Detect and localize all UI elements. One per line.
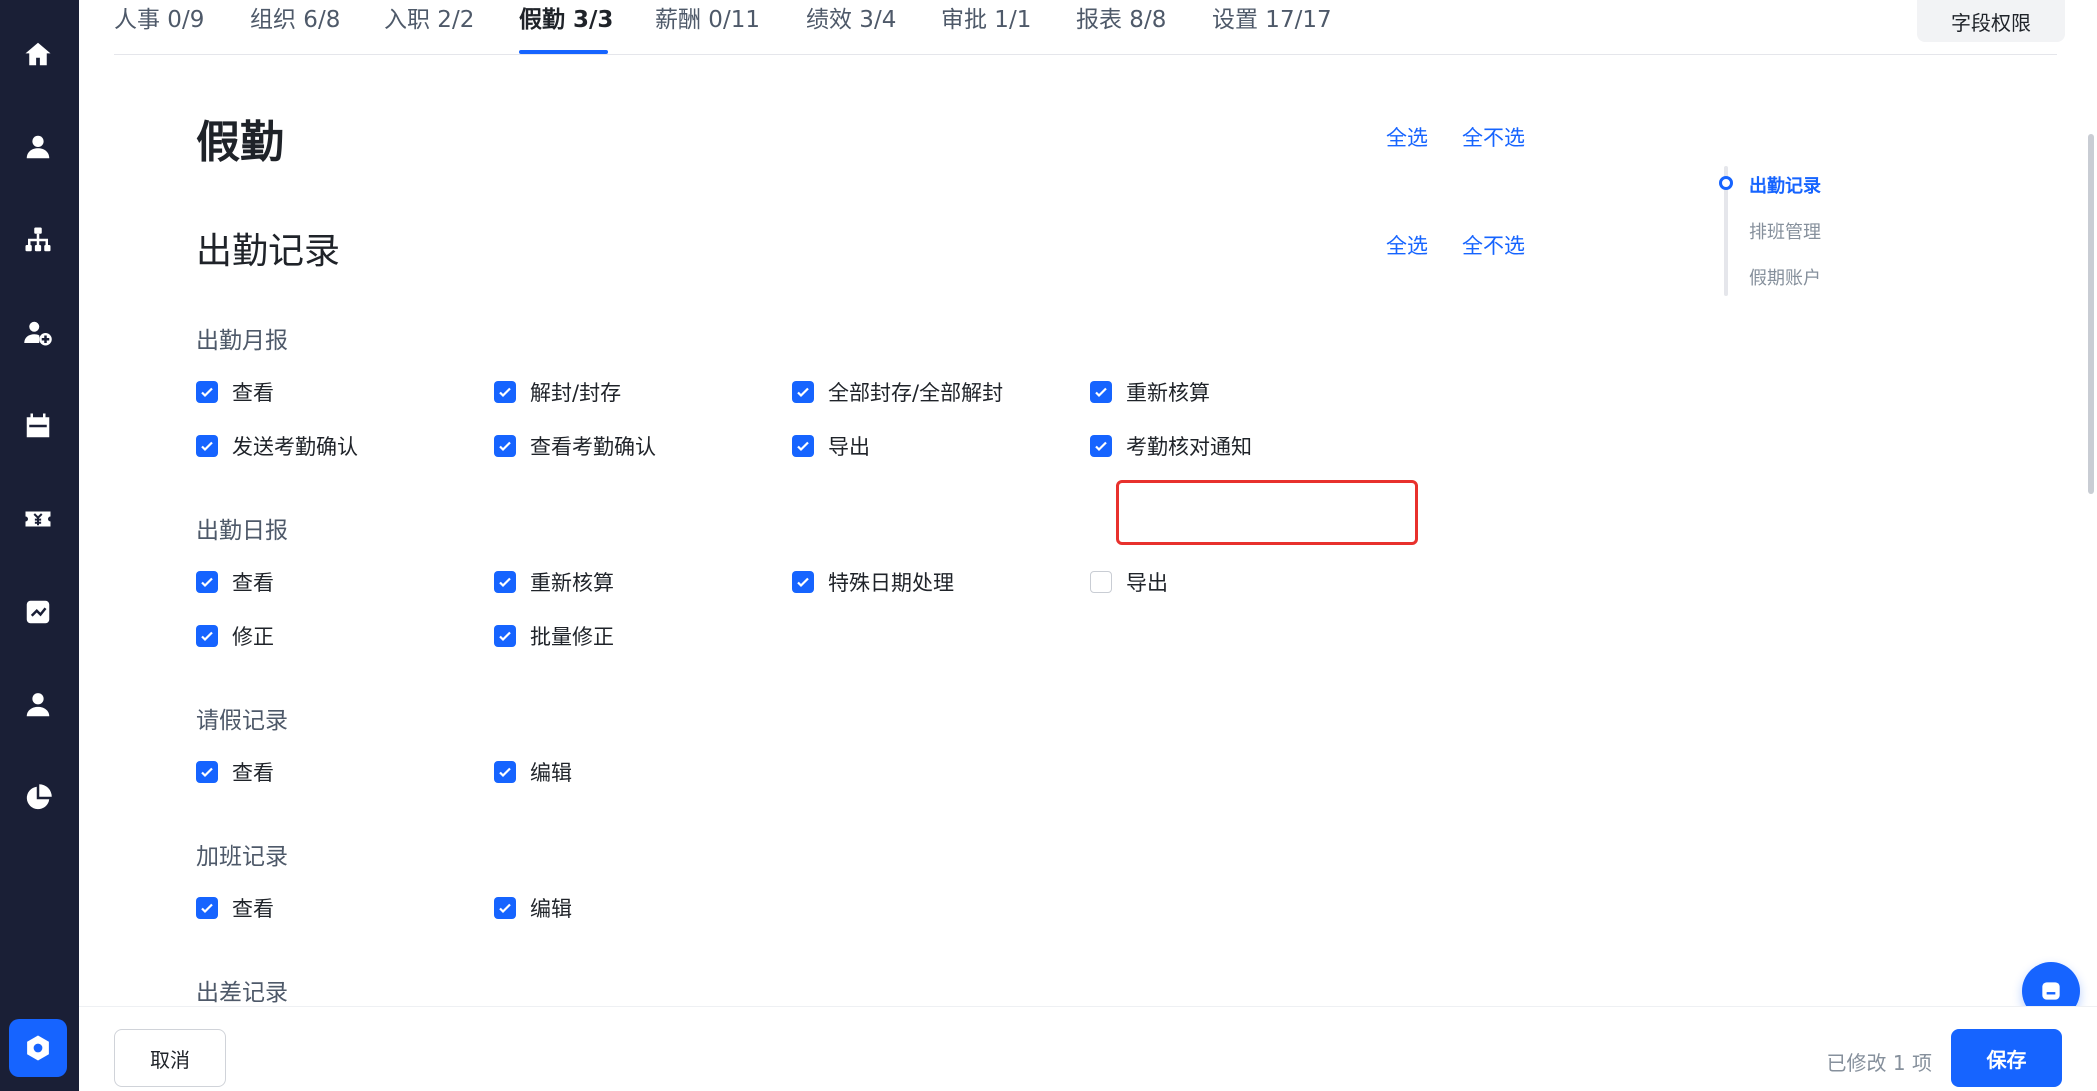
calendar-icon[interactable] <box>22 410 54 442</box>
anchor-shift-management[interactable]: 排班管理 <box>1749 218 1821 244</box>
report-pie-icon[interactable] <box>22 782 54 814</box>
checkbox-daily-recalculate[interactable]: 重新核算 <box>494 567 614 597</box>
field-permission-button[interactable]: 字段权限 <box>1917 0 2065 42</box>
approval-person-icon[interactable] <box>22 689 54 721</box>
page-title: 假勤 <box>196 117 284 168</box>
tab-approval[interactable]: 审批 1/1 <box>941 4 1031 36</box>
checkbox-daily-view[interactable]: 查看 <box>196 567 274 597</box>
checkbox-daily-export[interactable]: 导出 <box>1090 567 1168 597</box>
checkbox-checked-icon <box>494 761 516 783</box>
checkbox-monthly-view[interactable]: 查看 <box>196 377 274 407</box>
tab-settings[interactable]: 设置 17/17 <box>1212 4 1332 36</box>
checkbox-checked-icon <box>792 435 814 457</box>
checkbox-checked-icon <box>196 761 218 783</box>
checkbox-checked-icon <box>196 571 218 593</box>
payroll-yen-icon[interactable] <box>22 503 54 535</box>
checkbox-checked-icon <box>196 381 218 403</box>
group-title-daily-report: 出勤日报 <box>196 518 288 544</box>
checkbox-monthly-seal-unseal[interactable]: 解封/封存 <box>494 377 621 407</box>
vertical-scrollbar[interactable] <box>2088 134 2094 494</box>
tab-performance[interactable]: 绩效 3/4 <box>806 4 896 36</box>
anchor-active-dot-icon <box>1719 176 1733 190</box>
checkbox-checked-icon <box>792 381 814 403</box>
section-title: 出勤记录 <box>196 231 341 272</box>
group-title-business-trip-records: 出差记录 <box>196 980 288 1006</box>
person-add-icon[interactable] <box>22 317 54 349</box>
checkbox-leave-view[interactable]: 查看 <box>196 757 274 787</box>
checkbox-daily-special-date[interactable]: 特殊日期处理 <box>792 567 954 597</box>
checkbox-checked-icon <box>494 571 516 593</box>
save-button[interactable]: 保存 <box>1951 1029 2062 1087</box>
tab-onboarding[interactable]: 入职 2/2 <box>384 4 474 36</box>
section-select-all-link[interactable]: 全选 <box>1386 230 1428 260</box>
checkbox-monthly-export[interactable]: 导出 <box>792 431 870 461</box>
checkbox-daily-batch-correct[interactable]: 批量修正 <box>494 621 614 651</box>
checkbox-checked-icon <box>792 571 814 593</box>
org-chart-icon[interactable] <box>22 224 54 256</box>
page-select-none-link[interactable]: 全不选 <box>1462 122 1525 152</box>
group-title-monthly-report: 出勤月报 <box>196 328 288 354</box>
modified-count-text: 已修改 1 项 <box>1826 1051 1932 1075</box>
tab-compensation[interactable]: 薪酬 0/11 <box>655 4 760 36</box>
checkbox-monthly-recalculate[interactable]: 重新核算 <box>1090 377 1210 407</box>
sidebar <box>0 0 79 1091</box>
tab-reports[interactable]: 报表 8/8 <box>1076 4 1166 36</box>
anchor-attendance-records[interactable]: 出勤记录 <box>1749 172 1821 198</box>
checkbox-monthly-check-notify[interactable]: 考勤核对通知 <box>1090 431 1252 461</box>
checkbox-monthly-view-confirm[interactable]: 查看考勤确认 <box>494 431 656 461</box>
checkbox-overtime-view[interactable]: 查看 <box>196 893 274 923</box>
permission-panel: 假勤 全选 全不选 出勤记录 全选 全不选 出勤月报 查看 解封/封存 全部封存… <box>79 56 2097 1006</box>
group-title-leave-records: 请假记录 <box>196 708 288 734</box>
tabs-divider <box>114 54 2057 55</box>
checkbox-checked-icon <box>196 897 218 919</box>
checkbox-checked-icon <box>1090 435 1112 457</box>
tab-leave-attendance[interactable]: 假勤 3/3 <box>519 4 613 36</box>
checkbox-checked-icon <box>196 435 218 457</box>
cancel-button[interactable]: 取消 <box>114 1029 226 1087</box>
module-tabs: 人事 0/9 组织 6/8 入职 2/2 假勤 3/3 薪酬 0/11 绩效 3… <box>79 0 2097 56</box>
person-icon[interactable] <box>22 131 54 163</box>
page-select-all-link[interactable]: 全选 <box>1386 122 1428 152</box>
footer-bar: 取消 已修改 1 项 保存 <box>79 1006 2097 1091</box>
anchor-leave-accounts[interactable]: 假期账户 <box>1749 264 1821 290</box>
checkbox-leave-edit[interactable]: 编辑 <box>494 757 572 787</box>
home-icon[interactable] <box>22 38 54 70</box>
tab-personnel[interactable]: 人事 0/9 <box>114 4 204 36</box>
highlight-annotation-box <box>1116 480 1418 545</box>
checkbox-checked-icon <box>494 625 516 647</box>
group-title-overtime-records: 加班记录 <box>196 844 288 870</box>
section-select-none-link[interactable]: 全不选 <box>1462 230 1525 260</box>
checkbox-checked-icon <box>494 381 516 403</box>
checkbox-monthly-seal-all[interactable]: 全部封存/全部解封 <box>792 377 1003 407</box>
checkbox-daily-correct[interactable]: 修正 <box>196 621 274 651</box>
checkbox-overtime-edit[interactable]: 编辑 <box>494 893 572 923</box>
checkbox-unchecked-icon <box>1090 571 1112 593</box>
checkbox-checked-icon <box>1090 381 1112 403</box>
checkbox-checked-icon <box>494 897 516 919</box>
checkbox-checked-icon <box>196 625 218 647</box>
checkbox-monthly-send-confirm[interactable]: 发送考勤确认 <box>196 431 358 461</box>
performance-chart-icon[interactable] <box>22 596 54 628</box>
tab-organization[interactable]: 组织 6/8 <box>250 4 340 36</box>
settings-icon[interactable] <box>9 1019 67 1077</box>
checkbox-checked-icon <box>494 435 516 457</box>
